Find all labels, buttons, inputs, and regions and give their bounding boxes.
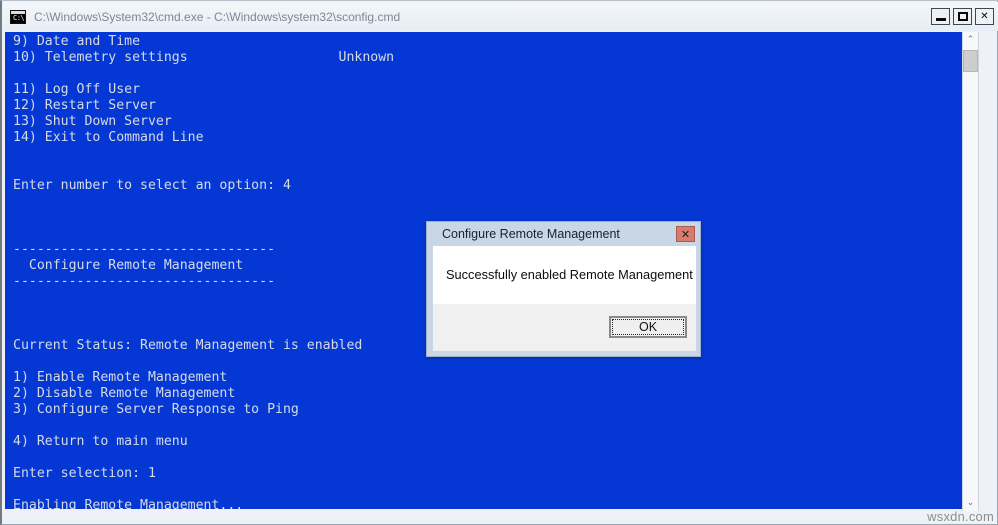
right-gutter <box>979 32 995 511</box>
ok-button[interactable]: OK <box>609 316 687 338</box>
dialog-footer: OK <box>433 304 696 351</box>
close-icon: ✕ <box>980 10 989 22</box>
console-text: 9) Date and Time 10) Telemetry settings … <box>13 34 395 511</box>
minimize-icon <box>936 18 946 21</box>
dialog-title: Configure Remote Management <box>442 227 620 241</box>
scrollbar-thumb[interactable] <box>963 50 978 72</box>
scroll-up-icon[interactable]: ⌃ <box>963 32 978 48</box>
vertical-scrollbar[interactable]: ⌃ ⌄ <box>962 32 979 511</box>
dialog-titlebar[interactable]: Configure Remote Management ✕ <box>427 222 700 246</box>
dialog-body: Successfully enabled Remote Management <box>433 246 696 304</box>
watermark: wsxdn.com <box>927 509 994 524</box>
close-button[interactable]: ✕ <box>975 8 994 25</box>
minimize-button[interactable] <box>931 8 950 25</box>
console-window: C:\ C:\Windows\System32\cmd.exe - C:\Win… <box>0 0 998 525</box>
window-controls: ✕ <box>931 8 994 25</box>
maximize-button[interactable] <box>953 8 972 25</box>
bottom-gutter <box>4 509 995 522</box>
maximize-icon <box>958 12 968 21</box>
ok-button-label: OK <box>612 319 684 335</box>
dialog-close-button[interactable]: ✕ <box>676 226 695 242</box>
cmd-prompt-glyph: C:\ <box>13 13 25 22</box>
cmd-console-icon: C:\ <box>10 9 26 24</box>
dialog-message: Successfully enabled Remote Management <box>446 267 693 282</box>
window-titlebar[interactable]: C:\ C:\Windows\System32\cmd.exe - C:\Win… <box>3 2 998 31</box>
window-title: C:\Windows\System32\cmd.exe - C:\Windows… <box>34 9 401 24</box>
configure-remote-management-dialog: Configure Remote Management ✕ Successful… <box>426 221 701 357</box>
